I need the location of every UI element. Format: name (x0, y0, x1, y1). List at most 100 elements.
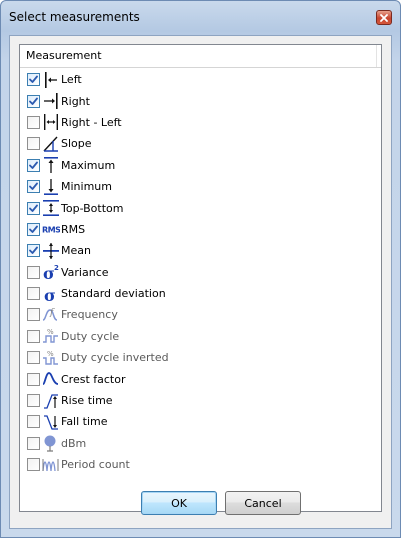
checkmark-icon (29, 97, 38, 105)
list-item-label: Duty cycle (61, 329, 120, 343)
list-item[interactable]: Rise time (20, 390, 381, 411)
close-button[interactable] (376, 10, 392, 25)
arrow-left-to-bar-icon (42, 71, 60, 89)
column-header-label: Measurement (26, 49, 102, 62)
period-count-icon (42, 456, 60, 474)
list-item-label: Crest factor (61, 372, 126, 386)
dbm-icon (42, 434, 60, 452)
list-item[interactable]: f Frequency (20, 304, 381, 325)
mean-icon (42, 242, 60, 260)
checkbox[interactable] (27, 115, 40, 129)
list-item[interactable]: Maximum (20, 155, 381, 176)
list-item-label: Minimum (61, 180, 112, 194)
checkbox[interactable] (27, 458, 40, 472)
checkbox[interactable] (27, 244, 40, 258)
cancel-button[interactable]: Cancel (225, 491, 301, 515)
checkbox[interactable] (27, 94, 40, 108)
cancel-button-label: Cancel (244, 496, 282, 510)
close-icon (380, 13, 388, 22)
list-rows: Left Right Right - Left Slope Maximum Minimum… (20, 69, 381, 475)
checkbox[interactable] (27, 287, 40, 301)
list-item[interactable]: σ Standard deviation (20, 283, 381, 304)
svg-text:%: % (47, 328, 54, 336)
arrow-up-to-bar-icon (42, 156, 60, 174)
list-item-label: Mean (61, 244, 91, 258)
measurement-list[interactable]: Measurement Left Right Right - Left Slope Ma… (19, 44, 382, 512)
ok-button-label: OK (171, 496, 187, 510)
list-item[interactable]: Top-Bottom (20, 197, 381, 218)
list-header: Measurement (20, 45, 381, 68)
arrow-right-to-bar-icon (42, 92, 60, 110)
svg-text:%: % (47, 350, 54, 358)
list-item[interactable]: Right - Left (20, 112, 381, 133)
svg-text:RMS: RMS (42, 225, 60, 235)
list-item-label: Slope (61, 137, 92, 151)
list-item[interactable]: Fall time (20, 411, 381, 432)
list-item-label: Duty cycle inverted (61, 351, 169, 365)
list-item-label: Right (61, 94, 90, 108)
checkbox[interactable] (27, 222, 40, 236)
list-item[interactable]: Mean (20, 240, 381, 261)
list-item-label: Standard deviation (61, 287, 166, 301)
sigma-icon: σ (42, 285, 60, 303)
checkbox[interactable] (27, 436, 40, 450)
duty-cycle-icon: % (42, 327, 60, 345)
duty-cycle-inverted-icon: % (42, 349, 60, 367)
checkbox[interactable] (27, 158, 40, 172)
checkbox[interactable] (27, 265, 40, 279)
list-item[interactable]: dBm (20, 433, 381, 454)
checkbox[interactable] (27, 201, 40, 215)
checkbox[interactable] (27, 73, 40, 87)
slope-icon (42, 135, 60, 153)
checkbox[interactable] (27, 351, 40, 365)
list-item-label: Top-Bottom (61, 201, 124, 215)
list-item-label: RMS (61, 222, 86, 236)
checkmark-icon (29, 161, 38, 169)
list-item-label: dBm (61, 436, 87, 450)
list-item-label: Left (61, 73, 82, 87)
title-bar[interactable]: Select measurements (1, 1, 400, 35)
checkmark-icon (29, 225, 38, 233)
list-item-label: Right - Left (61, 115, 122, 129)
checkmark-icon (29, 246, 38, 255)
rms-icon: RMS (42, 220, 60, 238)
crest-factor-icon (42, 370, 60, 388)
list-item[interactable]: RMS RMS (20, 219, 381, 240)
list-item[interactable]: Slope (20, 133, 381, 154)
checkmark-icon (29, 204, 38, 212)
fall-time-icon (42, 413, 60, 431)
list-item[interactable]: Minimum (20, 176, 381, 197)
checkbox[interactable] (27, 308, 40, 322)
checkbox[interactable] (27, 329, 40, 343)
checkbox[interactable] (27, 137, 40, 151)
checkmark-icon (29, 75, 38, 84)
list-item[interactable]: Crest factor (20, 368, 381, 389)
list-item-label: Maximum (61, 158, 116, 172)
top-bottom-icon (42, 199, 60, 217)
checkbox[interactable] (27, 180, 40, 194)
dialog-window: Select measurements Measurement Left Righ… (0, 0, 401, 538)
list-item-label: Period count (61, 458, 130, 472)
dialog-body: Measurement Left Right Right - Left Slope Ma… (9, 35, 392, 529)
list-item[interactable]: σ 2 Variance (20, 262, 381, 283)
column-header-measurement[interactable]: Measurement (20, 45, 377, 67)
list-item[interactable]: % Duty cycle inverted (20, 347, 381, 368)
rise-time-icon (42, 392, 60, 410)
sigma-squared-icon: σ2 (42, 263, 60, 281)
list-item[interactable]: Right (20, 90, 381, 111)
list-item[interactable]: % Duty cycle (20, 326, 381, 347)
list-item[interactable]: Left (20, 69, 381, 90)
checkbox[interactable] (27, 394, 40, 408)
arrow-down-to-bar-icon (42, 178, 60, 196)
checkmark-icon (29, 182, 38, 191)
svg-text:σ: σ (44, 286, 56, 303)
list-item-label: Rise time (61, 394, 113, 408)
double-arrow-between-bars-icon (42, 113, 60, 131)
checkbox[interactable] (27, 415, 40, 429)
list-item[interactable]: Period count (20, 454, 381, 475)
ok-button[interactable]: OK (141, 491, 217, 515)
list-item-label: Variance (61, 265, 109, 279)
svg-text:2: 2 (54, 264, 59, 272)
checkbox[interactable] (27, 372, 40, 386)
frequency-icon: f (42, 306, 60, 324)
